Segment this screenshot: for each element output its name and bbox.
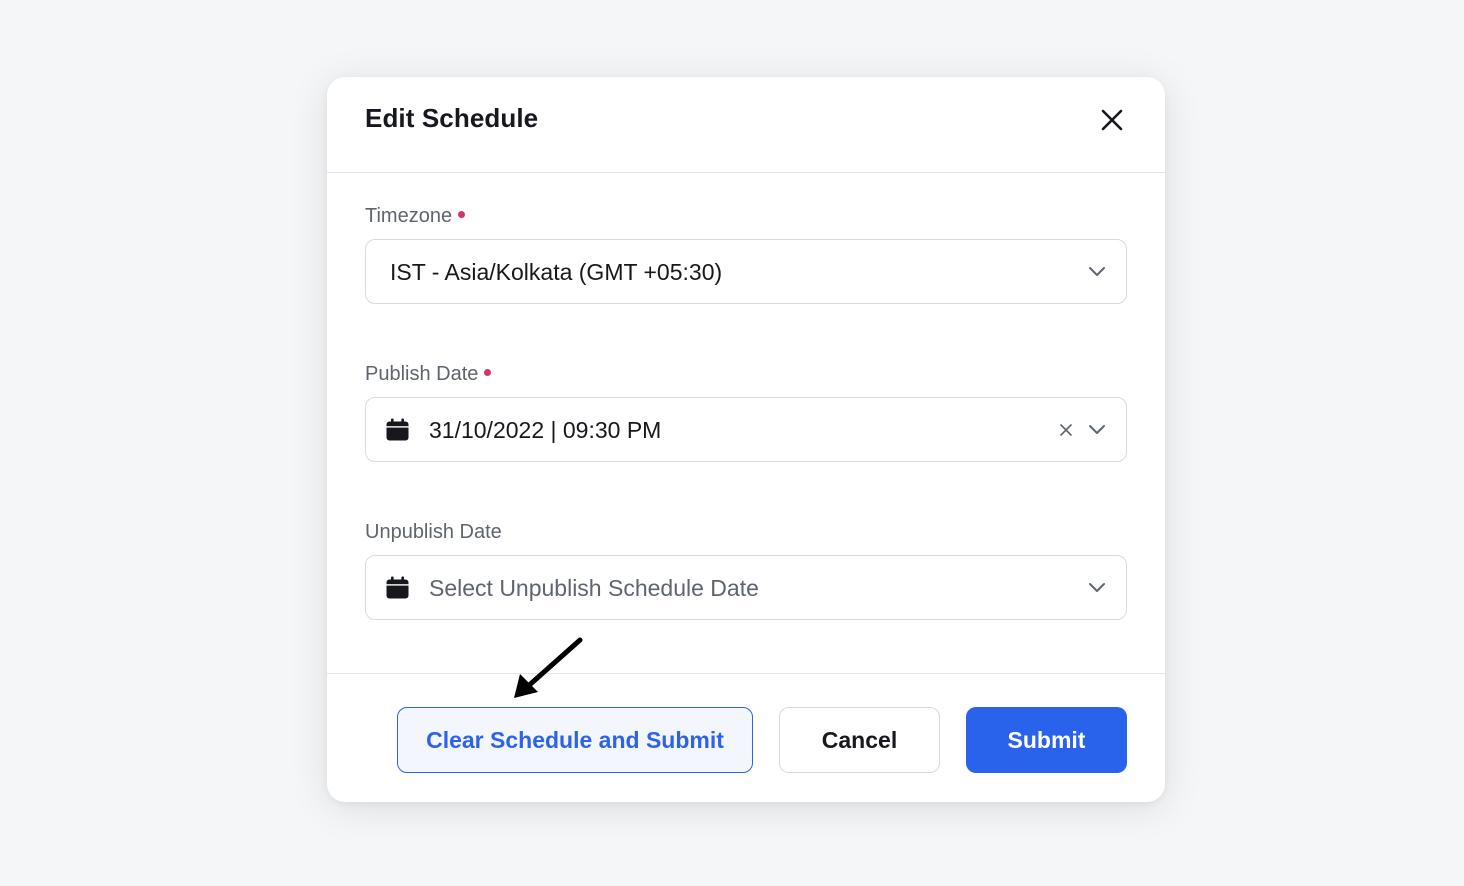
publish-date-picker[interactable]: 31/10/2022 | 09:30 PM [365, 397, 1127, 462]
unpublish-date-picker[interactable]: Select Unpublish Schedule Date [365, 555, 1127, 620]
publish-date-label: Publish Date [365, 363, 492, 386]
annotation-arrow-icon [514, 637, 583, 698]
edit-schedule-modal: Edit Schedule Timezone IST - Asia/Kolkat… [327, 77, 1165, 802]
clear-icon[interactable] [1058, 422, 1074, 438]
publish-date-label-text: Publish Date [365, 363, 479, 385]
publish-date-value: 31/10/2022 | 09:30 PM [429, 417, 662, 443]
timezone-label-text: Timezone [365, 205, 453, 227]
timezone-value: IST - Asia/Kolkata (GMT +05:30) [390, 259, 723, 285]
timezone-label: Timezone [365, 205, 466, 228]
modal-header: Edit Schedule [327, 77, 1165, 173]
clear-schedule-and-submit-button[interactable]: Clear Schedule and Submit [397, 707, 753, 773]
close-icon [1101, 109, 1123, 131]
submit-button[interactable]: Submit [966, 707, 1127, 773]
footer-divider [327, 673, 1165, 674]
unpublish-date-placeholder: Select Unpublish Schedule Date [429, 575, 759, 601]
required-indicator [484, 369, 492, 377]
calendar-icon [386, 418, 409, 441]
close-button[interactable] [1097, 105, 1127, 135]
calendar-icon [386, 576, 409, 599]
chevron-down-icon [1089, 425, 1105, 434]
timezone-select[interactable]: IST - Asia/Kolkata (GMT +05:30) [365, 239, 1127, 304]
required-indicator [458, 211, 466, 219]
chevron-down-icon [1089, 583, 1105, 592]
unpublish-date-label: Unpublish Date [365, 521, 502, 543]
cancel-button[interactable]: Cancel [779, 707, 940, 773]
chevron-down-icon [1089, 267, 1105, 276]
modal-title: Edit Schedule [365, 103, 539, 133]
